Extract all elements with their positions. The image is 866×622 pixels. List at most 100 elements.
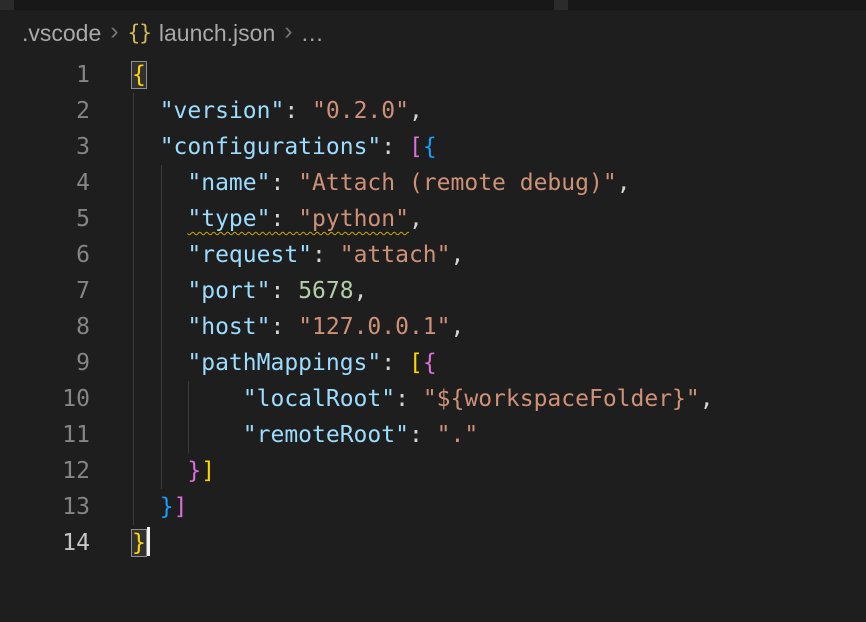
line-number[interactable]: 11 — [0, 417, 132, 453]
code-line: 12 }] — [0, 453, 866, 489]
code-token-punct: , — [451, 242, 465, 268]
indent-guide — [133, 165, 134, 201]
line-number[interactable]: 14 — [0, 525, 132, 561]
indent-guide — [133, 417, 134, 453]
code-token-key: "request" — [187, 242, 312, 268]
code-token-b1: [ — [409, 350, 423, 376]
code-line-content[interactable]: "version": "0.2.0", — [132, 93, 423, 129]
code-line-content[interactable]: "type": "python", — [132, 201, 423, 237]
indent-guide — [133, 129, 134, 165]
indent-guide — [161, 381, 162, 417]
code-line: 4 "name": "Attach (remote debug)", — [0, 165, 866, 201]
code-token-b2: { — [423, 350, 437, 376]
code-token-punct: , — [617, 170, 631, 196]
indent-guide — [188, 417, 189, 453]
code-token-punct: , — [700, 386, 714, 412]
code-token-punct: : — [284, 98, 312, 124]
code-token-str: "Attach (remote debug)" — [298, 170, 617, 196]
tab-strip — [0, 0, 866, 10]
indent-guide — [133, 273, 134, 309]
line-number[interactable]: 5 — [0, 201, 132, 237]
line-number[interactable]: 12 — [0, 453, 132, 489]
line-number[interactable]: 9 — [0, 345, 132, 381]
code-token-num: 5678 — [298, 278, 353, 304]
indent-guide — [161, 345, 162, 381]
code-line-content[interactable]: "remoteRoot": "." — [132, 417, 478, 453]
chevron-right-icon: › — [284, 19, 292, 44]
code-line-content[interactable]: { — [132, 57, 146, 93]
line-number[interactable]: 3 — [0, 129, 132, 165]
code-token-b1: } — [132, 530, 146, 556]
indent-guide — [133, 453, 134, 489]
code-token-punct: : — [270, 314, 298, 340]
indent-guide — [133, 93, 134, 129]
code-token-key: "remoteRoot" — [243, 422, 409, 448]
code-token-punct: : — [270, 206, 298, 232]
code-token-key: "configurations" — [160, 134, 382, 160]
line-number[interactable]: 13 — [0, 489, 132, 525]
indent-guide — [133, 309, 134, 345]
code-line-content[interactable]: "request": "attach", — [132, 237, 464, 273]
breadcrumb: .vscode › {} launch.json › ... — [0, 10, 866, 56]
code-line-content[interactable]: }] — [132, 453, 215, 489]
breadcrumb-item-folder[interactable]: .vscode — [22, 20, 101, 47]
code-token-punct: : — [312, 242, 340, 268]
code-token-key: "host" — [187, 314, 270, 340]
indent-guide — [161, 237, 162, 273]
code-line: 14} — [0, 525, 866, 561]
code-token-str: "attach" — [340, 242, 451, 268]
code-line-content[interactable]: "localRoot": "${workspaceFolder}", — [132, 381, 714, 417]
indent-guide — [133, 489, 134, 525]
code-token-punct: , — [409, 206, 423, 232]
tab[interactable] — [568, 0, 866, 10]
line-number[interactable]: 1 — [0, 57, 132, 93]
code-token-punct: : — [395, 386, 423, 412]
editor-area[interactable]: 1{2 "version": "0.2.0",3 "configurations… — [0, 56, 866, 561]
code-token-key: "name" — [187, 170, 270, 196]
code-token-punct: : — [409, 422, 437, 448]
breadcrumb-item-symbols[interactable]: ... — [302, 20, 324, 47]
code-token-b2: ] — [174, 494, 188, 520]
code-line-content[interactable]: "name": "Attach (remote debug)", — [132, 165, 631, 201]
line-number[interactable]: 8 — [0, 309, 132, 345]
line-number[interactable]: 2 — [0, 93, 132, 129]
line-number[interactable]: 7 — [0, 273, 132, 309]
code-line-content[interactable]: "port": 5678, — [132, 273, 367, 309]
indent-guide — [133, 381, 134, 417]
indent-guide — [161, 165, 162, 201]
code-line-content[interactable]: "host": "127.0.0.1", — [132, 309, 464, 345]
code-line-content[interactable]: }] — [132, 489, 187, 525]
code-token-b1: { — [132, 62, 146, 88]
chevron-right-icon: › — [110, 19, 118, 44]
indent-guide — [133, 201, 134, 237]
code-token-b2: } — [187, 458, 201, 484]
editor-lines: 1{2 "version": "0.2.0",3 "configurations… — [0, 57, 866, 561]
code-token-key: "port" — [187, 278, 270, 304]
line-number[interactable]: 6 — [0, 237, 132, 273]
code-token-punct: : — [270, 170, 298, 196]
code-line: 2 "version": "0.2.0", — [0, 93, 866, 129]
code-line: 7 "port": 5678, — [0, 273, 866, 309]
code-line: 10 "localRoot": "${workspaceFolder}", — [0, 381, 866, 417]
code-token-b3: } — [160, 494, 174, 520]
code-token-str: "${workspaceFolder}" — [423, 386, 700, 412]
indent-guide — [161, 453, 162, 489]
code-token-punct: : — [270, 278, 298, 304]
code-token-key: "pathMappings" — [187, 350, 381, 376]
code-token-b2: [ — [409, 134, 423, 160]
code-line-content[interactable]: } — [132, 525, 150, 561]
code-token-key: "localRoot" — [243, 386, 395, 412]
line-number[interactable]: 10 — [0, 381, 132, 417]
breadcrumb-item-file[interactable]: {} launch.json — [128, 20, 276, 47]
code-token-punct: , — [354, 278, 368, 304]
vscode-window: .vscode › {} launch.json › ... 1{2 "vers… — [0, 0, 866, 622]
code-token-str: "." — [437, 422, 479, 448]
code-line: 1{ — [0, 57, 866, 93]
code-line-content[interactable]: "pathMappings": [{ — [132, 345, 437, 381]
indent-guide — [133, 237, 134, 273]
code-token-punct: , — [409, 98, 423, 124]
line-number[interactable]: 4 — [0, 165, 132, 201]
code-line-content[interactable]: "configurations": [{ — [132, 129, 437, 165]
code-token-str: "0.2.0" — [312, 98, 409, 124]
tab[interactable] — [14, 0, 554, 10]
